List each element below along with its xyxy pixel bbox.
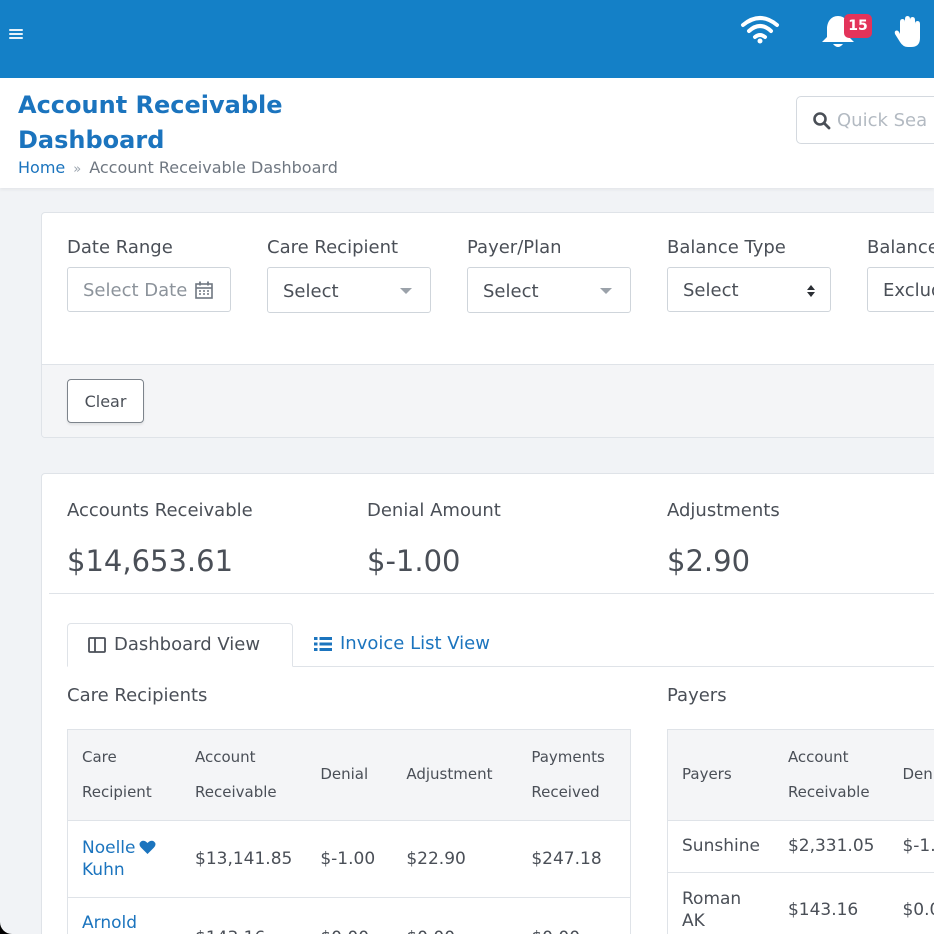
adjustments-label: Adjustments [667,500,780,521]
column-header[interactable]: Denial [888,730,934,821]
receivable-cell: $143.16 [181,897,307,934]
payer-name: Roman AK [682,889,742,931]
care-recipient-link[interactable]: Noelle Kuhn [82,838,142,880]
care-recipient-name[interactable]: Noelle Kuhn [82,837,142,881]
payers-table: Payers Account Receivable Denial Sunshin… [667,729,934,934]
top-navbar: 15 [0,0,934,78]
chevron-down-icon [600,288,612,294]
tab-invoice-list-view-label: Invoice List View [340,633,490,654]
breadcrumb: Home » Account Receivable Dashboard [18,158,338,177]
tab-invoice-list-view[interactable]: Invoice List View [312,623,532,667]
adjustment-cell: $0.00 [392,897,518,934]
breadcrumb-separator: » [73,162,82,177]
filter-footer: Clear [42,364,934,437]
table-header-row: Care Recipient Account Receivable Denial… [68,730,630,821]
column-header[interactable]: Care Recipient [68,730,181,821]
tab-dashboard-view-label: Dashboard View [114,634,261,655]
payer-plan-value: Select [483,281,539,302]
table-row: Noelle Kuhn $13,141.85 $-1.00 $22.90 $24… [68,820,630,898]
hamburger-icon[interactable] [9,29,23,39]
calendar-icon [195,281,213,299]
page-title: Account Receivable Dashboard [18,91,283,154]
search-icon [813,112,831,130]
columns-icon [88,637,106,653]
care-recipient-label: Care Recipient [267,237,399,258]
column-header[interactable]: Denial [306,730,393,821]
table-row: Sunshine $2,331.05 $-1.00 [668,820,934,873]
date-range-placeholder: Select Date [83,280,187,301]
denial-cell: $0.00 [888,872,934,934]
care-recipients-title: Care Recipients [67,685,208,706]
denial-cell: $-1.00 [306,820,393,898]
list-icon [314,637,332,651]
quick-search-input[interactable] [837,107,934,133]
adjustment-cell: $22.90 [392,820,518,898]
receivable-cell: $143.16 [773,872,889,934]
balance-type-label: Balance Type [667,237,786,258]
balance-type-select[interactable]: Select [667,267,831,312]
payers-title: Payers [667,685,727,706]
care-recipient-value: Select [283,281,339,302]
balance-value: Exclude [883,280,934,301]
app-window: 15 Account Receivable Dashboard Home» Acc… [0,0,934,934]
payer-plan-select[interactable]: Select [467,267,631,313]
balance-type-value: Select [683,280,739,301]
payments-cell: $0.00 [517,897,630,934]
column-header[interactable]: Payments Received [517,730,630,821]
care-recipient-link[interactable]: Arnold [82,913,137,933]
payer-cell: Sunshine [668,820,774,873]
breadcrumb-home-link[interactable]: Home [18,158,65,177]
denial-amount-label: Denial Amount [367,500,501,521]
notification-badge: 15 [844,14,872,38]
clear-button[interactable]: Clear [67,379,144,423]
column-header[interactable]: Payers [668,730,774,821]
accounts-receivable-value: $14,653.61 [67,544,234,578]
sort-caret-icon [807,285,815,297]
care-recipients-table: Care Recipient Account Receivable Denial… [67,729,631,934]
divider [49,593,934,594]
balance-select[interactable]: Exclude [867,267,934,312]
denial-amount-value: $-1.00 [367,544,461,578]
care-recipient-cell: Arnold [68,897,181,934]
dashboard-card: Accounts Receivable $14,653.61 Denial Am… [41,473,934,934]
column-header[interactable]: Adjustment [392,730,518,821]
receivable-cell: $2,331.05 [773,820,889,873]
column-header[interactable]: Account Receivable [773,730,889,821]
receivable-cell: $13,141.85 [181,820,307,898]
column-header[interactable]: Account Receivable [181,730,307,821]
denial-cell: $-1.00 [888,820,934,873]
hand-icon[interactable] [892,14,926,50]
heart-icon [139,840,156,854]
balance-label: Balance [867,237,934,258]
tab-dashboard-view[interactable]: Dashboard View [67,623,293,667]
payer-plan-label: Payer/Plan [467,237,562,258]
chevron-down-icon [400,288,412,294]
table-row: Roman AK $143.16 $0.00 [668,872,934,934]
denial-cell: $0.00 [306,897,393,934]
date-range-input[interactable]: Select Date [67,267,231,312]
wifi-icon[interactable] [740,14,780,44]
page-header: Account Receivable Dashboard Home » Accoun… [0,78,934,188]
breadcrumb-current: Account Receivable Dashboard [89,158,338,177]
care-recipient-cell: Noelle Kuhn [68,820,181,898]
care-recipient-select[interactable]: Select [267,267,431,313]
quick-search[interactable] [796,96,934,144]
filter-panel: Date Range Select Date Care Recipient Se… [41,212,934,438]
adjustments-value: $2.90 [667,544,751,578]
date-range-label: Date Range [67,237,173,258]
payments-cell: $247.18 [517,820,630,898]
payer-cell: Roman AK [668,872,774,934]
table-header-row: Payers Account Receivable Denial [668,730,934,821]
table-row: Arnold $143.16 $0.00 $0.00 $0.00 [68,897,630,934]
accounts-receivable-label: Accounts Receivable [67,500,253,521]
